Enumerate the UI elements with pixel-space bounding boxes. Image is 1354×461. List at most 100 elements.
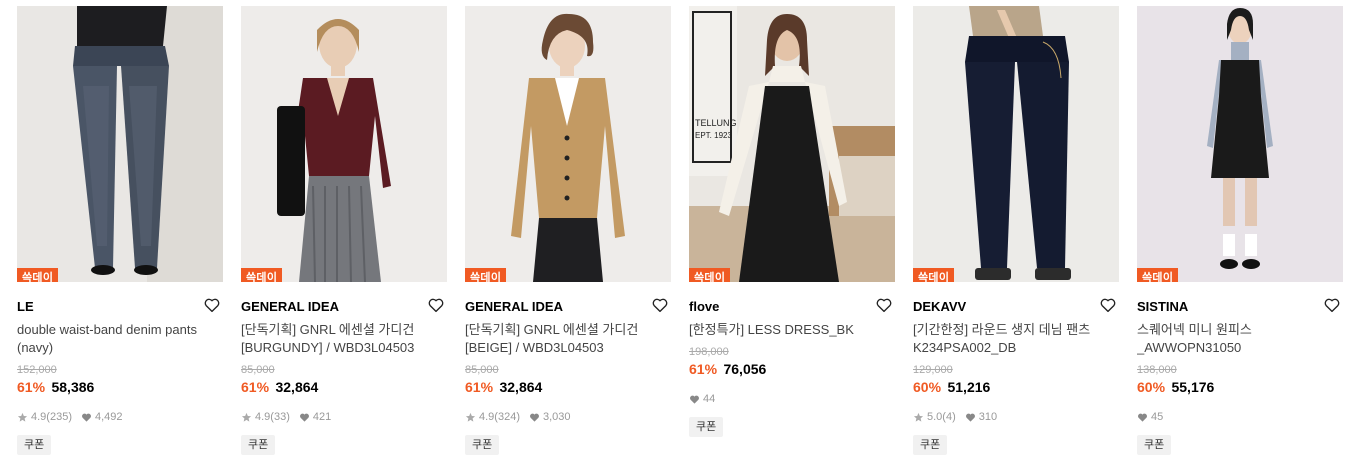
brand-name[interactable]: GENERAL IDEA (465, 299, 563, 314)
sale-badge: 쓱데이 (241, 268, 283, 282)
heart-icon (529, 412, 540, 423)
product-card[interactable]: 쓱데이 GENERAL IDEA [단독기획] GNRL 에센셜 가디건 [BE… (465, 6, 671, 461)
wishlist-heart-icon[interactable] (203, 296, 221, 314)
coupon-tag: 쿠폰 (465, 435, 500, 455)
price-row: 61% 32,864 (465, 378, 671, 397)
coupon-tag: 쿠폰 (17, 435, 52, 455)
product-photo-mini-dress (1137, 6, 1343, 282)
brand-name[interactable]: flove (689, 299, 719, 314)
heart-icon (299, 412, 310, 423)
rating-value: 5.0 (927, 411, 943, 423)
product-card[interactable]: 쓱데이 GENERAL IDEA [단독기획] GNRL 에센셜 가디건 [BU… (241, 6, 447, 461)
like-count: 3,030 (542, 411, 571, 423)
svg-text:TELLUNG: TELLUNG (695, 118, 737, 128)
wishlist-heart-icon[interactable] (1323, 296, 1341, 314)
sale-price: 32,864 (499, 379, 543, 395)
price-row: 61% 76,056 (689, 360, 895, 379)
product-image[interactable]: 쓱데이 (17, 6, 223, 282)
brand-name[interactable]: GENERAL IDEA (241, 299, 339, 314)
discount-rate: 61% (241, 379, 270, 395)
likes-group: 310 (965, 410, 997, 424)
product-stats: 45 (1137, 410, 1343, 424)
rating-group: 4.9 (235) (17, 410, 72, 424)
like-count: 44 (703, 393, 716, 405)
price-row: 61% 32,864 (241, 378, 447, 397)
discount-rate: 61% (689, 361, 718, 377)
rating-value: 4.9 (31, 411, 47, 423)
sale-badge: 쓱데이 (1137, 268, 1179, 282)
product-name[interactable]: double waist-band denim pants (navy) (17, 321, 223, 357)
sale-badge: 쓱데이 (913, 268, 955, 282)
review-count: (235) (46, 411, 72, 423)
like-count: 45 (1151, 411, 1164, 423)
product-stats: 4.9 (324) 3,030 (465, 410, 671, 424)
rating-value: 4.9 (479, 411, 495, 423)
product-card[interactable]: 쓱데이 SISTINA 스퀘어넥 미니 원피스 _AWWOPN31050 138… (1137, 6, 1343, 461)
heart-icon (1137, 412, 1148, 423)
product-grid: 쓱데이 LE double waist-band denim pants (na… (0, 0, 1354, 461)
product-photo-denim-pants (17, 6, 223, 282)
star-icon (465, 412, 476, 423)
price-row: 61% 58,386 (17, 378, 223, 397)
brand-name[interactable]: SISTINA (1137, 299, 1188, 314)
rating-group: 5.0 (4) (913, 410, 956, 424)
product-stats: 4.9 (235) 4,492 (17, 410, 223, 424)
product-name[interactable]: [한정특가] LESS DRESS_BK (689, 321, 895, 339)
heart-icon (965, 412, 976, 423)
product-card[interactable]: 쓱데이 DEKAVV [기간한정] 라운드 생지 데님 팬츠 K234PSA00… (913, 6, 1119, 461)
product-name[interactable]: [기간한정] 라운드 생지 데님 팬츠 K234PSA002_DB (913, 321, 1119, 357)
product-image[interactable]: 쓱데이 (241, 6, 447, 282)
likes-group: 44 (689, 392, 715, 406)
original-price: 152,000 (17, 364, 57, 376)
heart-icon (689, 394, 700, 405)
rating-value: 4.9 (255, 411, 271, 423)
star-icon (241, 412, 252, 423)
likes-group: 421 (299, 410, 331, 424)
like-count: 421 (312, 411, 332, 423)
like-count: 4,492 (94, 411, 123, 423)
discount-rate: 61% (17, 379, 46, 395)
sale-price: 51,216 (947, 379, 991, 395)
coupon-tag: 쿠폰 (241, 435, 276, 455)
product-photo-raw-denim (913, 6, 1119, 282)
product-image[interactable]: 쓱데이 (913, 6, 1119, 282)
sale-badge: 쓱데이 (465, 268, 507, 282)
rating-group: 4.9 (33) (241, 410, 290, 424)
product-image[interactable]: 쓱데이 (465, 6, 671, 282)
wishlist-heart-icon[interactable] (427, 296, 445, 314)
wishlist-heart-icon[interactable] (1099, 296, 1117, 314)
brand-name[interactable]: DEKAVV (913, 299, 966, 314)
product-photo-beige-cardigan (465, 6, 671, 282)
original-price: 198,000 (689, 346, 729, 358)
review-count: (4) (942, 411, 956, 423)
discount-rate: 61% (465, 379, 494, 395)
product-name[interactable]: [단독기획] GNRL 에센셜 가디건 [BURGUNDY] / WBD3L04… (241, 321, 447, 357)
svg-text:EPT. 1923: EPT. 1923 (695, 131, 732, 140)
product-stats: 4.9 (33) 421 (241, 410, 447, 424)
product-photo-black-dress: TELLUNG EPT. 1923 (689, 6, 895, 282)
product-photo-burgundy-cardigan (241, 6, 447, 282)
sale-badge: 쓱데이 (17, 268, 59, 282)
wishlist-heart-icon[interactable] (651, 296, 669, 314)
likes-group: 3,030 (529, 410, 571, 424)
sale-price: 32,864 (275, 379, 319, 395)
like-count: 310 (978, 411, 998, 423)
product-image[interactable]: TELLUNG EPT. 1923 쓱데이 (689, 6, 895, 282)
product-card[interactable]: TELLUNG EPT. 1923 쓱데이 flove [한정특가] LESS … (689, 6, 895, 461)
star-icon (17, 412, 28, 423)
likes-group: 45 (1137, 410, 1163, 424)
review-count: (324) (494, 411, 520, 423)
product-name[interactable]: [단독기획] GNRL 에센셜 가디건 [BEIGE] / WBD3L04503 (465, 321, 671, 357)
sale-price: 58,386 (51, 379, 95, 395)
product-name[interactable]: 스퀘어넥 미니 원피스 _AWWOPN31050 (1137, 321, 1343, 357)
wishlist-heart-icon[interactable] (875, 296, 893, 314)
product-image[interactable]: 쓱데이 (1137, 6, 1343, 282)
likes-group: 4,492 (81, 410, 123, 424)
star-icon (913, 412, 924, 423)
original-price: 85,000 (465, 364, 499, 376)
price-row: 60% 51,216 (913, 378, 1119, 397)
sale-price: 55,176 (1171, 379, 1215, 395)
product-card[interactable]: 쓱데이 LE double waist-band denim pants (na… (17, 6, 223, 461)
brand-name[interactable]: LE (17, 299, 34, 314)
discount-rate: 60% (913, 379, 942, 395)
